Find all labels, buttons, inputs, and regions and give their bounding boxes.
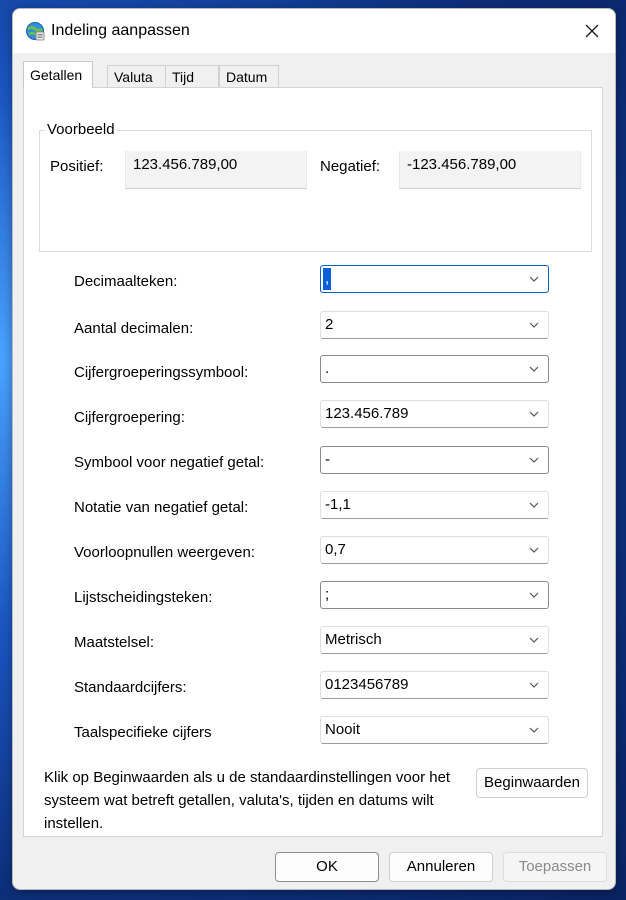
- tab-strip: Getallen Valuta Tijd Datum: [23, 61, 603, 88]
- digit-grouping-symbol-label: Cijfergroeperingssymbool:: [74, 364, 249, 381]
- negative-preview-value: -123.456.789,00: [407, 156, 517, 173]
- dialog-window: Indeling aanpassen Getallen Valuta Tijd …: [12, 8, 616, 890]
- digit-grouping-symbol-combobox[interactable]: .: [320, 355, 549, 383]
- negative-preview-box: -123.456.789,00: [399, 151, 581, 189]
- apply-button[interactable]: Toepassen: [503, 852, 607, 882]
- positive-preview-box: 123.456.789,00: [125, 151, 307, 189]
- preview-group-label: Voorbeeld: [45, 121, 117, 138]
- list-separator-label: Lijstscheidingsteken:: [74, 589, 213, 606]
- chevron-down-icon[interactable]: [529, 410, 539, 418]
- measurement-system-value: Metrisch: [325, 631, 382, 648]
- leading-zeros-value: 0,7: [325, 541, 346, 558]
- tab-valuta[interactable]: Valuta: [107, 65, 167, 87]
- native-digits-label: Taalspecifieke cijfers: [74, 724, 212, 741]
- native-digits-dropdown[interactable]: Nooit: [320, 716, 549, 744]
- window-title: Indeling aanpassen: [51, 22, 190, 39]
- tab-tijd[interactable]: Tijd: [165, 65, 219, 87]
- negative-sign-value: -: [325, 451, 330, 468]
- tab-panel-getallen: Voorbeeld Positief: 123.456.789,00 Negat…: [23, 87, 603, 837]
- standard-digits-label: Standaardcijfers:: [74, 679, 187, 696]
- negative-label: Negatief:: [320, 158, 381, 175]
- ok-button[interactable]: OK: [275, 852, 379, 882]
- chevron-down-icon[interactable]: [529, 546, 539, 554]
- chevron-down-icon[interactable]: [529, 591, 539, 599]
- list-separator-value: ;: [325, 586, 330, 603]
- close-icon: [585, 24, 599, 38]
- chevron-down-icon[interactable]: [529, 636, 539, 644]
- digit-grouping-value: 123.456.789: [325, 405, 409, 422]
- negative-sign-label: Symbool voor negatief getal:: [74, 454, 265, 471]
- chevron-down-icon[interactable]: [529, 726, 539, 734]
- negative-format-label: Notatie van negatief getal:: [74, 499, 249, 516]
- reset-button[interactable]: Beginwaarden: [476, 768, 588, 798]
- preview-group: Voorbeeld Positief: 123.456.789,00 Negat…: [39, 121, 592, 252]
- leading-zeros-dropdown[interactable]: 0,7: [320, 536, 549, 564]
- digit-grouping-symbol-value: .: [325, 360, 330, 377]
- decimal-count-value: 2: [325, 316, 334, 333]
- close-button[interactable]: [569, 9, 615, 53]
- globe-settings-icon: [26, 22, 45, 41]
- measurement-system-dropdown[interactable]: Metrisch: [320, 626, 549, 654]
- decimal-symbol-combobox[interactable]: ,: [320, 265, 549, 293]
- chevron-down-icon[interactable]: [529, 321, 539, 329]
- chevron-down-icon[interactable]: [529, 456, 539, 464]
- list-separator-combobox[interactable]: ;: [320, 581, 549, 609]
- decimal-symbol-value: ,: [323, 268, 332, 290]
- decimal-count-dropdown[interactable]: 2: [320, 311, 549, 339]
- negative-format-value: -1,1: [325, 496, 351, 513]
- tab-getallen[interactable]: Getallen: [23, 61, 93, 88]
- digit-grouping-dropdown[interactable]: 123.456.789: [320, 400, 549, 428]
- leading-zeros-label: Voorloopnullen weergeven:: [74, 544, 255, 561]
- cancel-button[interactable]: Annuleren: [389, 852, 493, 882]
- decimal-symbol-label: Decimaalteken:: [74, 273, 178, 290]
- positive-label: Positief:: [50, 158, 104, 175]
- chevron-down-icon[interactable]: [529, 275, 539, 283]
- native-digits-value: Nooit: [325, 721, 361, 738]
- standard-digits-value: 0123456789: [325, 676, 409, 693]
- positive-preview-value: 123.456.789,00: [133, 156, 238, 173]
- negative-format-dropdown[interactable]: -1,1: [320, 491, 549, 519]
- tab-datum[interactable]: Datum: [219, 65, 279, 87]
- reset-info-text: Klik op Beginwaarden als u de standaardi…: [44, 769, 451, 832]
- negative-sign-combobox[interactable]: -: [320, 446, 549, 474]
- chevron-down-icon[interactable]: [529, 681, 539, 689]
- title-bar: Indeling aanpassen: [13, 9, 615, 53]
- measurement-system-label: Maatstelsel:: [74, 634, 155, 651]
- chevron-down-icon[interactable]: [529, 365, 539, 373]
- decimal-count-label: Aantal decimalen:: [74, 320, 194, 337]
- chevron-down-icon[interactable]: [529, 501, 539, 509]
- standard-digits-dropdown[interactable]: 0123456789: [320, 671, 549, 699]
- digit-grouping-label: Cijfergroepering:: [74, 409, 185, 426]
